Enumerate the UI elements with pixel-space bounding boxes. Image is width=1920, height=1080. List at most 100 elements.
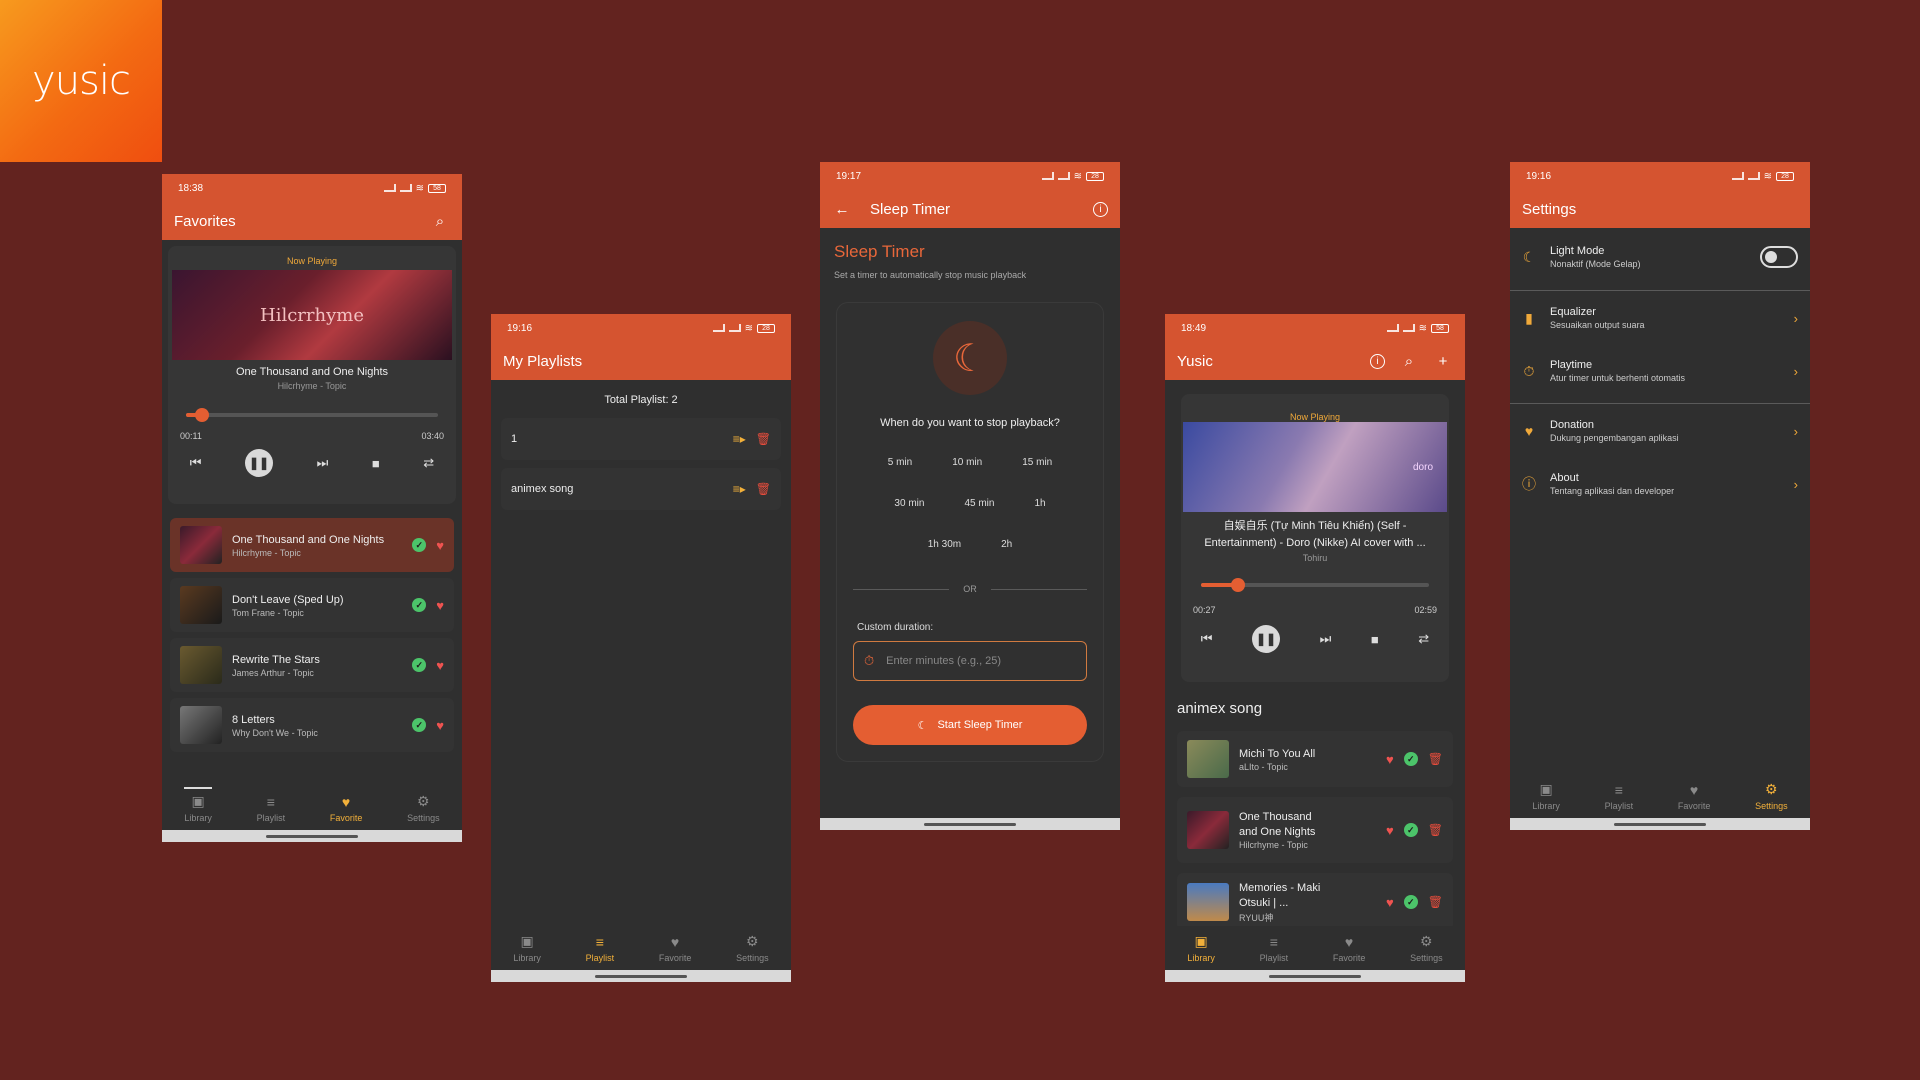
clock: 19:17 [836, 170, 862, 182]
next-icon[interactable]: ⏭ [317, 455, 329, 471]
progress-slider[interactable] [186, 408, 438, 422]
option-1h30m[interactable]: 1h 30m [928, 539, 961, 550]
track-row[interactable]: Memories - Maki Otsuki | ... RYUU神 ♥ ✓ 🗑 [1177, 873, 1453, 931]
track-thumbnail [1187, 811, 1229, 849]
delete-icon[interactable]: 🗑 [756, 432, 771, 446]
stop-icon[interactable]: ■ [1371, 632, 1379, 647]
heart-icon[interactable]: ♥ [436, 658, 444, 673]
nav-playlist[interactable]: ≡ Playlist [257, 794, 286, 823]
app-bar: My Playlists [491, 342, 791, 380]
info-icon[interactable]: i [1370, 353, 1385, 369]
setting-light-mode[interactable]: ☾ Light Mode Nonaktif (Mode Gelap) [1510, 228, 1810, 286]
status-bar: 19:17 ≋ 28 [820, 162, 1120, 190]
nav-settings[interactable]: ⚙ Settings [1755, 781, 1788, 811]
light-mode-toggle[interactable] [1760, 246, 1798, 268]
back-arrow-icon[interactable]: ← [832, 199, 852, 219]
queue-add-icon[interactable]: ≡▸ [733, 432, 746, 446]
nav-library[interactable]: ▣ Library [513, 933, 541, 963]
status-bar: 18:38 ≋ 58 [162, 174, 462, 202]
search-icon[interactable]: ⌕ [1399, 351, 1419, 371]
heart-icon[interactable]: ♥ [436, 718, 444, 733]
heart-icon: ♥ [1344, 933, 1354, 950]
page-title: My Playlists [503, 352, 583, 370]
battery-icon: 28 [1776, 171, 1794, 181]
signal-icon [1731, 172, 1744, 180]
track-row[interactable]: One Thousand and One Nights Hilcrhyme - T… [170, 518, 454, 572]
delete-icon[interactable]: 🗑 [1428, 895, 1443, 909]
setting-donation[interactable]: ♥ Donation Dukung pengembangan aplikasi › [1510, 404, 1810, 458]
heart-icon[interactable]: ♥ [1386, 752, 1394, 767]
heart-icon[interactable]: ♥ [1386, 823, 1394, 838]
nav-library[interactable]: ▣ Library [1187, 933, 1215, 963]
next-icon[interactable]: ⏭ [1320, 631, 1332, 647]
option-2h[interactable]: 2h [1001, 539, 1012, 550]
queue-add-icon[interactable]: ≡▸ [733, 482, 746, 496]
previous-icon[interactable]: ⏮ [1201, 631, 1213, 647]
repeat-icon[interactable]: ⇄ [423, 455, 434, 471]
timer-icon: ⏱ [1523, 362, 1535, 379]
track-row[interactable]: 8 Letters Why Don't We - Topic ✓ ♥ [170, 698, 454, 752]
nav-label: Favorite [329, 812, 363, 823]
setting-title: About [1550, 472, 1579, 484]
stop-icon[interactable]: ■ [372, 456, 380, 471]
slider-thumb[interactable] [1231, 578, 1246, 592]
option-30min[interactable]: 30 min [894, 498, 924, 509]
nav-playlist[interactable]: ≡ Playlist [1605, 782, 1634, 811]
info-icon[interactable]: i [1093, 201, 1108, 217]
track-row[interactable]: One Thousand and One Nights Hilcrhyme - T… [1177, 797, 1453, 863]
nav-settings[interactable]: ⚙ Settings [736, 933, 769, 963]
playlist-count: Total Playlist: 2 [604, 394, 678, 406]
nav-label: Favorite [1677, 800, 1711, 811]
setting-playtime[interactable]: ⏱ Playtime Atur timer untuk berhenti otom… [1510, 345, 1810, 397]
heart-icon[interactable]: ♥ [1386, 895, 1394, 910]
nav-favorite[interactable]: ♥ Favorite [1333, 934, 1366, 963]
repeat-icon[interactable]: ⇄ [1418, 631, 1429, 647]
setting-subtitle: Nonaktif (Mode Gelap) [1550, 259, 1641, 269]
heart-icon[interactable]: ♥ [436, 598, 444, 613]
nav-playlist[interactable]: ≡ Playlist [586, 934, 615, 963]
option-5min[interactable]: 5 min [888, 457, 912, 468]
album-cover: Hilcrrhyme [172, 270, 452, 360]
playlist-row[interactable]: 1 ≡▸ 🗑 [501, 418, 781, 460]
nav-settings[interactable]: ⚙ Settings [407, 793, 440, 823]
moon-icon: ☾ [917, 719, 928, 732]
option-45min[interactable]: 45 min [964, 498, 994, 509]
nav-library[interactable]: ▣ Library [184, 787, 212, 823]
track-thumbnail [180, 526, 222, 564]
nav-settings[interactable]: ⚙ Settings [1410, 933, 1443, 963]
app-bar: ← Sleep Timer i [820, 190, 1120, 228]
track-row[interactable]: Michi To You All aLIto - Topic ♥ ✓ 🗑 [1177, 731, 1453, 787]
setting-about[interactable]: ⓘ About Tentang aplikasi dan developer › [1510, 458, 1810, 510]
track-row[interactable]: Don't Leave (Sped Up) Tom Frane - Topic ✓… [170, 578, 454, 632]
now-playing-label: Now Playing [1289, 412, 1341, 422]
heart-icon[interactable]: ♥ [436, 538, 444, 553]
nav-favorite[interactable]: ♥ Favorite [659, 934, 692, 963]
start-sleep-timer-button[interactable]: ☾ Start Sleep Timer [853, 705, 1087, 745]
playlist-row[interactable]: animex song ≡▸ 🗑 [501, 468, 781, 510]
progress-slider[interactable] [1201, 578, 1429, 592]
wifi-icon: ≋ [415, 182, 424, 194]
pause-button[interactable]: ❚❚ [1252, 625, 1281, 653]
track-row[interactable]: Rewrite The Stars James Arthur - Topic ✓ ♥ [170, 638, 454, 692]
option-1h[interactable]: 1h [1034, 498, 1045, 509]
previous-icon[interactable]: ⏮ [190, 455, 202, 471]
nav-library[interactable]: ▣ Library [1532, 781, 1560, 811]
delete-icon[interactable]: 🗑 [1428, 823, 1443, 837]
playlist-name: animex song [511, 482, 574, 495]
setting-equalizer[interactable]: ▮ Equalizer Sesuaikan output suara › [1510, 291, 1810, 345]
delete-icon[interactable]: 🗑 [756, 482, 771, 496]
custom-duration-field[interactable]: ⏱ Enter minutes (e.g., 25) [853, 641, 1087, 681]
pause-button[interactable]: ❚❚ [245, 449, 274, 477]
divider [853, 588, 950, 590]
slider-thumb[interactable] [194, 408, 209, 422]
clock: 19:16 [1526, 170, 1552, 182]
add-icon[interactable]: + [1433, 351, 1453, 371]
option-10min[interactable]: 10 min [952, 457, 982, 468]
nav-label: Playlist [1604, 800, 1634, 811]
nav-favorite[interactable]: ♥ Favorite [330, 794, 363, 823]
search-icon[interactable]: ⌕ [430, 211, 450, 231]
delete-icon[interactable]: 🗑 [1428, 752, 1443, 766]
nav-playlist[interactable]: ≡ Playlist [1260, 934, 1289, 963]
option-15min[interactable]: 15 min [1022, 457, 1052, 468]
nav-favorite[interactable]: ♥ Favorite [1678, 782, 1711, 811]
